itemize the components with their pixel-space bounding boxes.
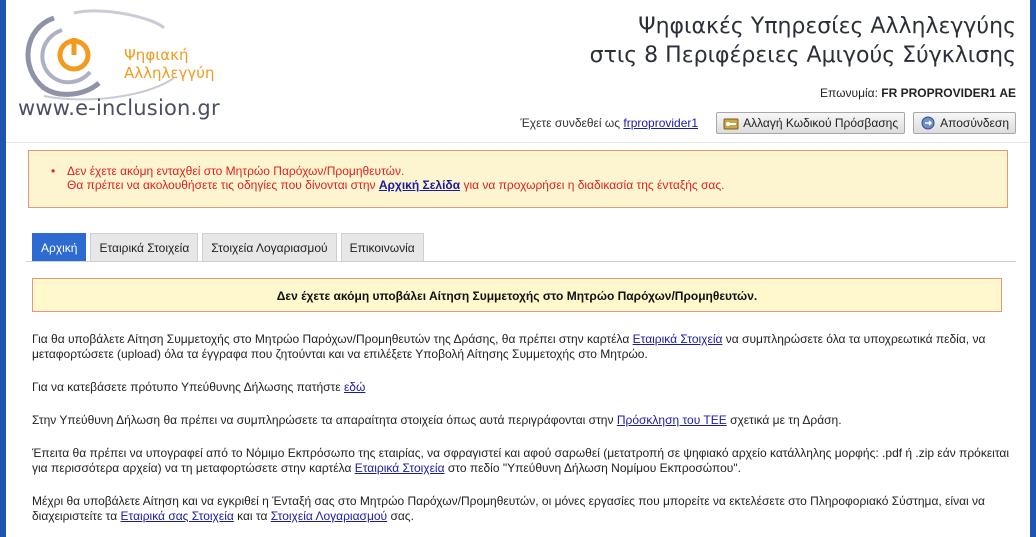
username-link[interactable]: frproprovider1 xyxy=(623,116,698,130)
alert-line1: Δεν έχετε ακόμη ενταχθεί στο Μητρώο Παρό… xyxy=(67,164,405,178)
p2-text-a: Για να κατεβάσετε πρότυπο Υπεύθυνης Δήλω… xyxy=(32,380,341,394)
site-title-line2: στις 8 Περιφέρειες Αμιγούς Σύγκλισης xyxy=(589,43,1016,68)
tee-invitation-link[interactable]: Πρόσκληση του ΤΕΕ xyxy=(617,413,727,427)
p3-text-b: σχετικά με τη Δράση. xyxy=(730,413,842,427)
company-details-link[interactable]: Εταιρικά Στοιχεία xyxy=(633,332,723,346)
page-frame: Ψηφιακή Αλληλεγγύη www.e-inclusion.gr Ψη… xyxy=(0,0,1036,537)
alert-line2-suffix: για να προχωρήσει η διαδικασία της ένταξ… xyxy=(463,178,725,192)
main-content: Για θα υποβάλετε Αίτηση Συμμετοχής στο Μ… xyxy=(32,332,1012,537)
notice-box: Δεν έχετε ακόμη υποβάλει Αίτηση Συμμετοχ… xyxy=(32,278,1002,312)
logged-in-label: Έχετε συνδεθεί ως xyxy=(520,116,621,130)
logo-url: www.e-inclusion.gr xyxy=(18,96,220,120)
company-details-link-3[interactable]: Εταιρικά σας Στοιχεία xyxy=(121,509,234,523)
alert-line2: Θα πρέπει να ακολουθήσετε τις οδηγίες πο… xyxy=(51,178,1007,192)
tab-account-details[interactable]: Στοιχεία Λογαριασμού xyxy=(202,233,337,261)
download-template-link[interactable]: εδώ xyxy=(344,380,365,394)
p3-text-a: Στην Υπεύθυνη Δήλωση θα πρέπει να συμπλη… xyxy=(32,413,614,427)
paragraph-4: Έπειτα θα πρέπει να υπογραφεί από το Νόμ… xyxy=(32,446,1012,476)
paragraph-5: Μέχρι θα υποβάλετε Αίτηση και να εγκριθε… xyxy=(32,494,1012,524)
logout-label: Αποσύνδεση xyxy=(940,116,1009,130)
company-label: Επωνυμία: xyxy=(820,86,878,100)
paragraph-3: Στην Υπεύθυνη Δήλωση θα πρέπει να συμπλη… xyxy=(32,413,1012,428)
p5-text-mid: και τα xyxy=(237,509,268,523)
key-icon xyxy=(723,115,739,131)
logo-brand-line1: Ψηφιακή xyxy=(124,46,189,64)
company-name: FR PROPROVIDER1 ΑΕ xyxy=(881,86,1016,100)
user-bar: Έχετε συνδεθεί ως frproprovider1 Αλλαγή … xyxy=(520,112,1016,134)
logged-in-text: Έχετε συνδεθεί ως frproprovider1 xyxy=(520,116,698,130)
site-title: Ψηφιακές Υπηρεσίες Αλληλεγγύης στις 8 Πε… xyxy=(590,12,1016,70)
tab-contact[interactable]: Επικοινωνία xyxy=(340,233,424,261)
account-details-link[interactable]: Στοιχεία Λογαριασμού xyxy=(271,509,387,523)
paragraph-2: Για να κατεβάσετε πρότυπο Υπεύθυνης Δήλω… xyxy=(32,380,1012,395)
change-password-button[interactable]: Αλλαγή Κωδικού Πρόσβασης xyxy=(716,112,906,134)
p5-text-b: σας. xyxy=(390,509,414,523)
tab-home[interactable]: Αρχική xyxy=(32,233,87,261)
paragraph-1: Για θα υποβάλετε Αίτηση Συμμετοχής στο Μ… xyxy=(32,332,1012,362)
logo-brand-text: Ψηφιακή Αλληλεγγύη xyxy=(124,46,214,82)
logo-brand-line2: Αλληλεγγύη xyxy=(124,64,215,82)
alert-line2-prefix: Θα πρέπει να ακολουθήσετε τις οδηγίες πο… xyxy=(67,178,376,192)
alert-bullet: • xyxy=(51,164,56,178)
company-info: Επωνυμία: FR PROPROVIDER1 ΑΕ xyxy=(820,86,1016,100)
p1-text-a: Για θα υποβάλετε Αίτηση Συμμετοχής στο Μ… xyxy=(32,332,630,346)
tab-company-details[interactable]: Εταιρικά Στοιχεία xyxy=(90,233,199,261)
page-header: Ψηφιακή Αλληλεγγύη www.e-inclusion.gr Ψη… xyxy=(6,0,1030,143)
change-password-label: Αλλαγή Κωδικού Πρόσβασης xyxy=(743,116,899,130)
p4-text-b: στο πεδίο "Υπεύθυνη Δήλωση Νομίμου Εκπρο… xyxy=(447,461,741,475)
logout-icon xyxy=(920,115,936,131)
company-details-link-2[interactable]: Εταιρικά Στοιχεία xyxy=(355,461,445,475)
tab-divider xyxy=(26,261,1016,262)
logout-button[interactable]: Αποσύνδεση xyxy=(913,112,1016,134)
site-title-line1: Ψηφιακές Υπηρεσίες Αλληλεγγύης xyxy=(638,14,1016,39)
tab-bar: Αρχική Εταιρικά Στοιχεία Στοιχεία Λογαρι… xyxy=(32,233,424,261)
alert-box: • Δεν έχετε ακόμη ενταχθεί στο Μητρώο Πα… xyxy=(28,150,1008,208)
alert-home-link[interactable]: Αρχική Σελίδα xyxy=(379,178,460,192)
